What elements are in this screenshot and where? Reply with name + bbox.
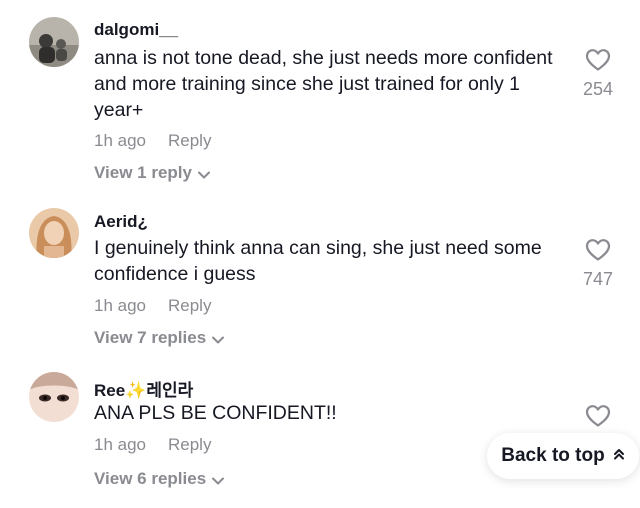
- comment-meta: 1h ago Reply: [94, 296, 211, 316]
- like-button[interactable]: 254: [570, 48, 626, 100]
- view-replies-label: View 1 reply: [94, 163, 192, 182]
- comment-text: anna is not tone dead, she just needs mo…: [94, 47, 553, 121]
- avatar[interactable]: [29, 208, 79, 258]
- comment-text: ANA PLS BE CONFIDENT!!: [94, 402, 337, 424]
- view-replies-button[interactable]: View 6 replies: [94, 469, 225, 490]
- comment-text: I genuinely think anna can sing, she jus…: [94, 237, 542, 285]
- comment-time: 1h ago: [94, 131, 146, 150]
- chevron-down-icon: [212, 329, 225, 349]
- comment-username[interactable]: Ree✨레인라: [94, 376, 193, 401]
- view-replies-button[interactable]: View 7 replies: [94, 328, 225, 349]
- view-replies-label: View 7 replies: [94, 328, 207, 347]
- back-to-top-label: Back to top: [501, 445, 605, 466]
- comment-meta: 1h ago Reply: [94, 131, 211, 151]
- chevron-down-icon: [197, 164, 210, 184]
- comment-username[interactable]: dalgomi__: [94, 20, 178, 40]
- like-button[interactable]: [570, 404, 626, 433]
- avatar[interactable]: [29, 17, 79, 67]
- heart-outline-icon: [585, 49, 611, 76]
- comment-time: 1h ago: [94, 435, 146, 454]
- like-button[interactable]: 747: [570, 238, 626, 290]
- comment-username[interactable]: Aerid¿: [94, 212, 148, 232]
- reply-button[interactable]: Reply: [168, 296, 211, 315]
- chevron-down-icon: [212, 470, 225, 490]
- view-replies-label: View 6 replies: [94, 469, 207, 488]
- back-to-top-button[interactable]: Back to top: [487, 433, 639, 479]
- double-chevron-up-icon: [613, 445, 625, 467]
- like-count: 747: [582, 269, 614, 289]
- avatar[interactable]: [29, 372, 79, 422]
- reply-button[interactable]: Reply: [168, 131, 211, 150]
- comment-time: 1h ago: [94, 296, 146, 315]
- reply-button[interactable]: Reply: [168, 435, 211, 454]
- view-replies-button[interactable]: View 1 reply: [94, 163, 210, 184]
- comment-meta: 1h ago Reply: [94, 435, 211, 455]
- like-count: 254: [582, 79, 614, 99]
- heart-outline-icon: [585, 405, 611, 432]
- heart-outline-icon: [585, 239, 611, 266]
